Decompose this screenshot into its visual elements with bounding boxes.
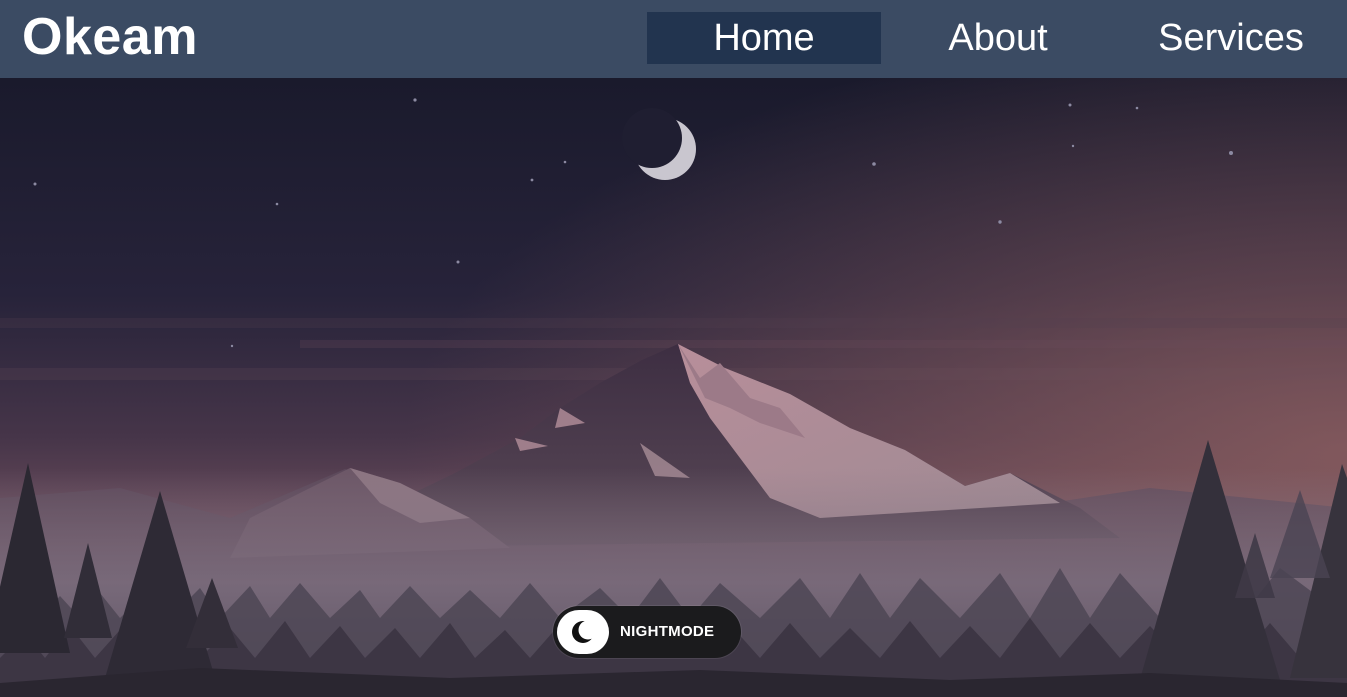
- toggle-knob[interactable]: [557, 610, 609, 654]
- nightmode-toggle[interactable]: NIGHTMODE: [553, 606, 741, 658]
- nav-menu: Home About Services: [647, 12, 1347, 64]
- navbar: Okeam Home About Services: [0, 0, 1347, 78]
- hero-background: [0, 78, 1347, 697]
- nav-link-home[interactable]: Home: [647, 12, 881, 64]
- nightmode-label: NIGHTMODE: [620, 623, 715, 640]
- nav-link-about[interactable]: About: [881, 12, 1115, 64]
- brand-logo[interactable]: Okeam: [22, 6, 198, 68]
- mountain-illustration: [0, 78, 1347, 697]
- crescent-moon-icon: [572, 620, 596, 643]
- nav-link-services[interactable]: Services: [1115, 12, 1347, 64]
- page: Okeam Home About Services NIGHTMODE: [0, 0, 1347, 697]
